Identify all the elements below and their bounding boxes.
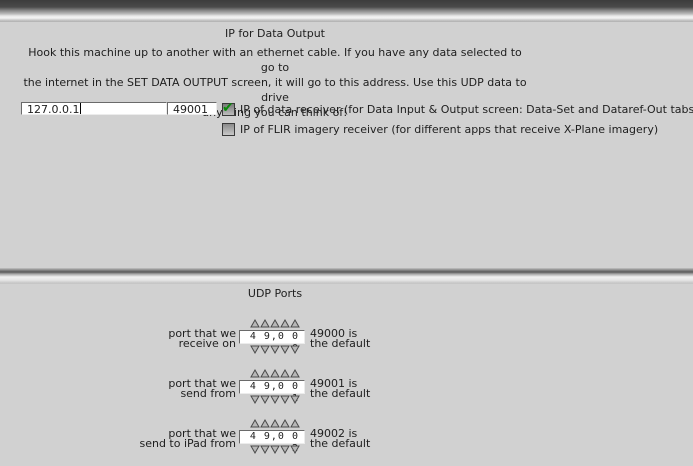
decrement-arrows: [250, 445, 300, 454]
data-receiver-label: IP of data receiver (for Data Input & Ou…: [240, 103, 693, 116]
port-stepper-value[interactable]: 4 9,0 0 1: [239, 380, 305, 404]
up-arrow-icon[interactable]: [280, 369, 290, 378]
ip-port-input[interactable]: 49001: [167, 102, 217, 116]
down-arrow-icon[interactable]: [290, 445, 300, 454]
flir-receiver-label: IP of FLIR imagery receiver (for differe…: [240, 123, 659, 136]
port-default-note: 49002 is the default: [310, 427, 371, 450]
up-arrow-icon[interactable]: [260, 319, 270, 328]
up-arrow-icon[interactable]: [290, 319, 300, 328]
down-arrow-icon[interactable]: [270, 345, 280, 354]
down-arrow-icon[interactable]: [260, 345, 270, 354]
up-arrow-icon[interactable]: [250, 319, 260, 328]
text-cursor: [80, 103, 82, 114]
data-receiver-checkbox[interactable]: ✔: [222, 100, 235, 116]
ip-port-value: 49001: [173, 103, 208, 116]
port-label: port that we send from: [168, 377, 236, 400]
check-icon: ✔: [222, 100, 234, 116]
window-title-bar: [0, 0, 693, 22]
port-label: port that we receive on: [168, 327, 236, 350]
down-arrow-icon[interactable]: [260, 395, 270, 404]
udp-section-title: UDP Ports: [247, 287, 303, 300]
down-arrow-icon[interactable]: [280, 345, 290, 354]
up-arrow-icon[interactable]: [290, 369, 300, 378]
ip-address-value: 127.0.0.1: [27, 103, 80, 116]
port-stepper-value[interactable]: 4 9,0 0 2: [239, 430, 305, 454]
up-arrow-icon[interactable]: [270, 419, 280, 428]
down-arrow-icon[interactable]: [290, 345, 300, 354]
port-label: port that we send to iPad from: [139, 427, 236, 450]
down-arrow-icon[interactable]: [280, 395, 290, 404]
port-default-note: 49000 is the default: [310, 327, 371, 350]
port-stepper-value[interactable]: 4 9,0 0 0: [239, 330, 305, 354]
up-arrow-icon[interactable]: [260, 369, 270, 378]
ip-address-input[interactable]: 127.0.0.1: [21, 102, 167, 116]
down-arrow-icon[interactable]: [250, 395, 260, 404]
down-arrow-icon[interactable]: [280, 445, 290, 454]
port-default-note: 49001 is the default: [310, 377, 371, 400]
down-arrow-icon[interactable]: [270, 395, 280, 404]
increment-arrows: [250, 419, 300, 428]
section-divider: [0, 268, 693, 284]
up-arrow-icon[interactable]: [280, 419, 290, 428]
flir-receiver-checkbox[interactable]: [222, 123, 235, 136]
down-arrow-icon[interactable]: [250, 345, 260, 354]
down-arrow-icon[interactable]: [270, 445, 280, 454]
increment-arrows: [250, 319, 300, 328]
up-arrow-icon[interactable]: [270, 319, 280, 328]
down-arrow-icon[interactable]: [250, 445, 260, 454]
decrement-arrows: [250, 395, 300, 404]
ip-section-title: IP for Data Output: [225, 27, 325, 40]
increment-arrows: [250, 369, 300, 378]
up-arrow-icon[interactable]: [280, 319, 290, 328]
down-arrow-icon[interactable]: [290, 395, 300, 404]
down-arrow-icon[interactable]: [260, 445, 270, 454]
up-arrow-icon[interactable]: [260, 419, 270, 428]
up-arrow-icon[interactable]: [250, 419, 260, 428]
up-arrow-icon[interactable]: [250, 369, 260, 378]
decrement-arrows: [250, 345, 300, 354]
up-arrow-icon[interactable]: [290, 419, 300, 428]
up-arrow-icon[interactable]: [270, 369, 280, 378]
